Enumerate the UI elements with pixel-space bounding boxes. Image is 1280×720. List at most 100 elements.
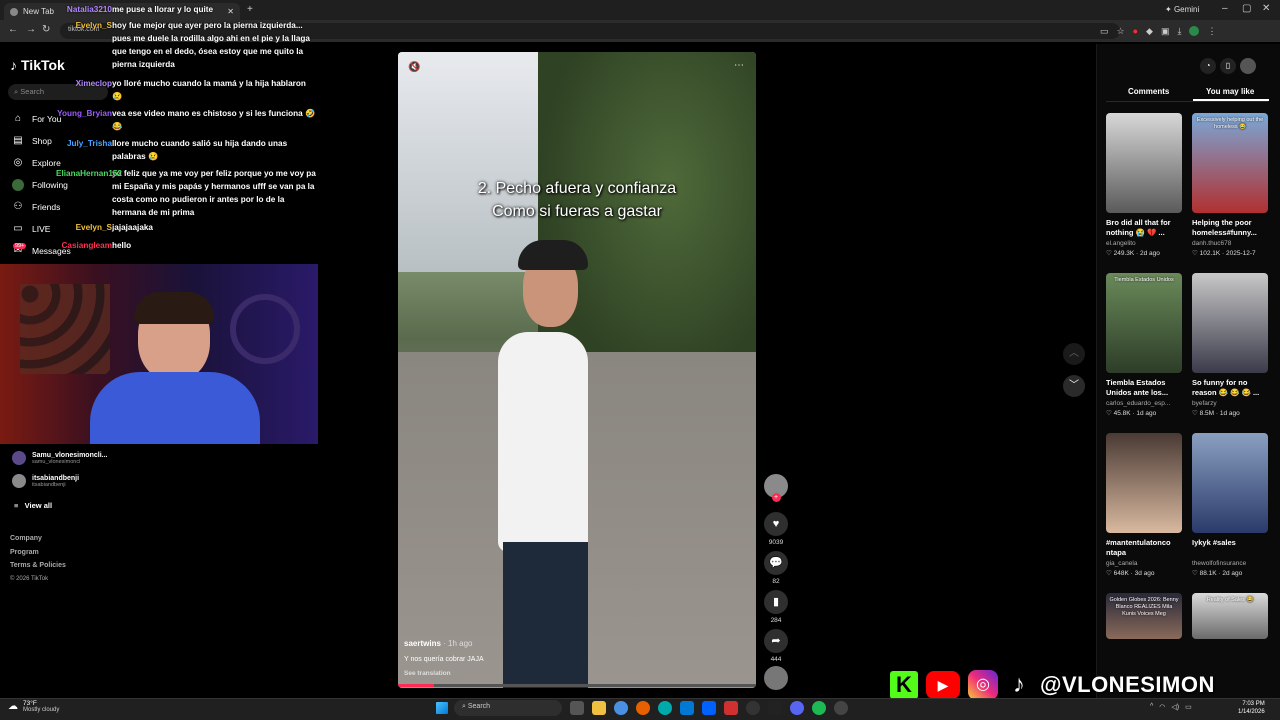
app-icon[interactable] [724, 701, 738, 715]
time-ago: · 1h ago [443, 639, 473, 648]
chat-username: Evelyn_S [75, 223, 112, 232]
footer-company[interactable]: Company [10, 532, 66, 546]
edge-icon[interactable] [658, 701, 672, 715]
card-author[interactable]: gia_canela [1106, 560, 1182, 567]
tab-comments[interactable]: Comments [1128, 87, 1169, 96]
dropbox-icon[interactable] [702, 701, 716, 715]
spotify-icon[interactable] [812, 701, 826, 715]
close-window-icon[interactable]: ✕ [1262, 3, 1270, 14]
firefox-icon[interactable] [636, 701, 650, 715]
person-torso [498, 332, 588, 552]
creator-avatar-button[interactable]: + [764, 474, 788, 502]
panel-gear-icon[interactable]: ◔ [1200, 58, 1216, 74]
chat-username: Ximeclop [75, 79, 112, 88]
footer-program[interactable]: Program [10, 546, 66, 560]
video-more-icon[interactable]: ⋯ [734, 60, 744, 71]
account-name: itsabiandbenji [32, 474, 80, 482]
footer-terms[interactable]: Terms & Policies [10, 559, 66, 573]
bookmark-star-icon[interactable]: ☆ [1117, 26, 1125, 37]
outlook-icon[interactable] [680, 701, 694, 715]
chat-message: Evelyn_S hoy fue mejor que ayer pero la p… [70, 19, 320, 71]
recommended-video-card[interactable]: So funny for no reason 😂 😂 😂 ... byefarzy… [1192, 273, 1268, 417]
video-player[interactable]: 2. Pecho afuera y confianza Como si fuer… [398, 52, 756, 688]
gemini-button[interactable]: ✦ Gemini [1165, 5, 1199, 14]
obs-icon[interactable] [746, 701, 760, 715]
sidebar-icon[interactable]: ▣ [1161, 26, 1170, 37]
search-placeholder: Search [20, 87, 45, 96]
video-author[interactable]: saertwins · 1h ago [404, 639, 473, 648]
previous-video-button[interactable]: ︿ [1063, 343, 1085, 365]
footer-copyright: © 2026 TikTok [10, 575, 49, 582]
browser-extensions[interactable]: ▭ ☆ ● ◆ ▣ ⤓ ⋮ [1100, 26, 1216, 37]
taskbar-search[interactable]: ⌕ Search [454, 700, 562, 716]
nav-live[interactable]: ▭ LIVE [12, 223, 50, 235]
system-tray[interactable]: ^ ◠ ◁) ▭ [1150, 703, 1192, 711]
following-account[interactable]: Samu_vlonesimoncli... samu_vlonesimoncl [12, 451, 107, 465]
discord-icon[interactable] [790, 701, 804, 715]
recommended-video-card[interactable]: Bro did all that for nothing 😭 💔 ... el.a… [1106, 113, 1182, 257]
recommended-video-card[interactable]: Tiembla Estados Unidos Tiembla Estados Un… [1106, 273, 1182, 417]
like-count: 9039 [768, 539, 784, 546]
nav-explore[interactable]: ◎ Explore [12, 157, 61, 169]
download-icon[interactable]: ⤓ [1177, 26, 1181, 37]
card-author[interactable]: el.angelito [1106, 240, 1182, 247]
recommended-video-card[interactable]: Excessively helping out the homeless 😂 He… [1192, 113, 1268, 257]
forward-icon[interactable]: → [26, 24, 36, 35]
task-view-icon[interactable] [570, 701, 584, 715]
recommended-video-card[interactable]: Golden Globes 2026: Benny Blanco REALIZE… [1106, 593, 1182, 639]
recommended-video-card[interactable]: #mantentulatonco ntapa gia_canela ♡ 648K ·… [1106, 433, 1182, 577]
share-button[interactable]: ➦ 444 [764, 629, 788, 663]
view-all-link[interactable]: ≡ View all [14, 501, 52, 510]
nav-shop[interactable]: ▤ Shop [12, 135, 52, 147]
music-disc-button[interactable] [764, 666, 788, 690]
tab-you-may-like[interactable]: You may like [1206, 87, 1254, 96]
weather-widget[interactable]: ☁ 73°F Mostly cloudy [8, 700, 59, 713]
wifi-icon[interactable]: ◠ [1159, 703, 1165, 711]
video-progress-bar[interactable] [398, 684, 756, 687]
following-account[interactable]: itsabiandbenji itsabiandbenji [12, 474, 79, 488]
card-author[interactable]: byefarzy [1192, 400, 1268, 407]
panel-device-icon[interactable]: ▯ [1220, 58, 1236, 74]
nav-label: Following [32, 180, 68, 190]
tiktok-logo[interactable]: ♪ TikTok [10, 57, 65, 73]
minimize-icon[interactable]: – [1222, 3, 1228, 14]
save-button[interactable]: ▮ 284 [764, 590, 788, 624]
cast-icon[interactable]: ▭ [1100, 26, 1109, 37]
maximize-icon[interactable]: ▢ [1242, 3, 1251, 14]
settings-icon[interactable] [834, 701, 848, 715]
next-video-button[interactable]: ﹀ [1063, 375, 1085, 397]
windows-start-icon[interactable] [436, 702, 448, 714]
recommended-video-card[interactable]: Iykyk #sales thewolfofinsurance ♡ 88.1K · … [1192, 433, 1268, 577]
menu-icon[interactable]: ⋮ [1207, 26, 1216, 37]
chat-message: Young_Bryian vea ese video mano es chisto… [57, 107, 320, 133]
battery-icon[interactable]: ▭ [1185, 703, 1192, 711]
card-author[interactable]: thewolfofinsurance [1192, 560, 1268, 567]
tray-chevron-icon[interactable]: ^ [1150, 703, 1153, 711]
panel-avatar[interactable] [1240, 58, 1256, 74]
comment-button[interactable]: 💬 82 [764, 551, 788, 585]
capcut-icon[interactable] [768, 701, 782, 715]
avatar [12, 451, 26, 465]
mute-icon[interactable]: 🔇 [408, 62, 420, 73]
extension-icon[interactable]: ● [1133, 26, 1138, 37]
file-explorer-icon[interactable] [592, 701, 606, 715]
reload-icon[interactable]: ↻ [42, 24, 50, 35]
like-button[interactable]: ♥ 9039 [764, 512, 788, 546]
chrome-icon[interactable] [614, 701, 628, 715]
webcam-feed [0, 264, 318, 444]
follow-plus-icon[interactable]: + [771, 493, 781, 502]
see-translation-link[interactable]: See translation [404, 670, 451, 677]
volume-icon[interactable]: ◁) [1171, 703, 1179, 711]
card-author[interactable]: danh.thuc678 [1192, 240, 1268, 247]
nav-for-you[interactable]: ⌂ For You [12, 113, 61, 125]
taskbar-clock[interactable]: 7:03 PM 1/14/2026 [1238, 700, 1265, 716]
back-icon[interactable]: ← [8, 24, 18, 35]
nav-friends[interactable]: ⚇ Friends [12, 201, 61, 213]
profile-avatar[interactable] [1189, 26, 1200, 36]
nav-following[interactable]: Following [12, 179, 68, 191]
recommended-video-card[interactable]: Reality of Sales 😂 [1192, 593, 1268, 639]
puzzle-icon[interactable]: ◆ [1146, 26, 1153, 37]
card-author[interactable]: carlos_eduardo_esp... [1106, 400, 1182, 407]
video-thumbnail [1106, 113, 1182, 213]
kick-logo-icon: K [890, 671, 918, 699]
